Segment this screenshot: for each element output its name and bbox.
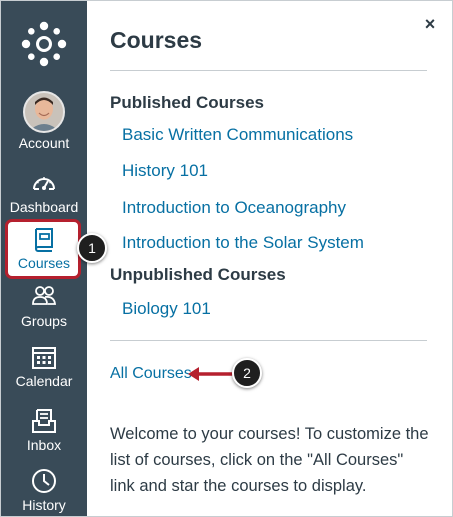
callout-arrow-icon bbox=[188, 367, 234, 381]
nav-label-courses: Courses bbox=[17, 255, 71, 271]
course-link[interactable]: Biology 101 bbox=[122, 299, 211, 319]
nav-label-dashboard: Dashboard bbox=[9, 199, 79, 215]
nav-item-history[interactable]: History bbox=[1, 467, 87, 516]
callout-badge-2: 2 bbox=[232, 358, 262, 388]
nav-item-inbox[interactable]: Inbox bbox=[1, 407, 87, 467]
avatar bbox=[23, 91, 65, 133]
tray-title: Courses bbox=[110, 27, 203, 53]
divider bbox=[110, 340, 427, 341]
unpublished-courses-heading: Unpublished Courses bbox=[110, 265, 286, 284]
all-courses-link[interactable]: All Courses bbox=[110, 365, 192, 383]
close-icon[interactable]: × bbox=[422, 14, 438, 34]
nav-label-calendar: Calendar bbox=[15, 373, 73, 389]
canvas-logo-icon[interactable] bbox=[14, 14, 74, 74]
global-navigation: Account Dashboard Courses Groups Calenda… bbox=[1, 1, 87, 516]
nav-item-calendar[interactable]: Calendar bbox=[1, 343, 87, 403]
published-courses-heading: Published Courses bbox=[110, 93, 264, 112]
nav-item-account[interactable]: Account bbox=[1, 91, 87, 151]
calendar-icon bbox=[32, 347, 56, 369]
nav-label-account: Account bbox=[18, 135, 70, 151]
inbox-icon bbox=[32, 409, 56, 433]
nav-item-courses[interactable]: Courses bbox=[1, 219, 87, 279]
callout-badge-1: 1 bbox=[77, 233, 107, 263]
groups-icon bbox=[32, 286, 57, 305]
courses-icon bbox=[35, 228, 53, 252]
course-link[interactable]: Introduction to the Solar System bbox=[122, 233, 364, 253]
course-link[interactable]: Introduction to Oceanography bbox=[122, 198, 346, 218]
courses-tray: Courses × Published Courses Basic Writte… bbox=[87, 1, 452, 516]
nav-label-inbox: Inbox bbox=[26, 437, 62, 453]
history-icon bbox=[32, 469, 56, 493]
course-link[interactable]: History 101 bbox=[122, 161, 208, 181]
course-link[interactable]: Basic Written Communications bbox=[122, 125, 353, 145]
dashboard-icon bbox=[33, 177, 55, 190]
divider bbox=[110, 70, 427, 71]
nav-label-groups: Groups bbox=[21, 313, 67, 329]
welcome-text: Welcome to your courses! To customize th… bbox=[110, 425, 429, 495]
nav-label-history: History bbox=[22, 497, 66, 513]
screenshot-frame: Account Dashboard Courses Groups Calenda… bbox=[0, 0, 453, 517]
nav-item-groups[interactable]: Groups bbox=[1, 283, 87, 343]
